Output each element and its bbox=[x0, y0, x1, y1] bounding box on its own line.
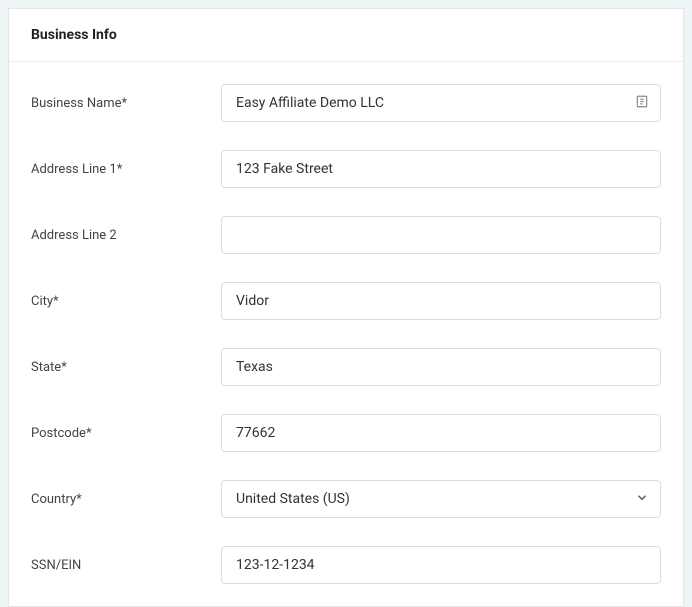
state-input[interactable] bbox=[221, 348, 661, 386]
address1-label: Address Line 1* bbox=[31, 162, 221, 177]
city-label: City* bbox=[31, 294, 221, 309]
postcode-label: Postcode* bbox=[31, 426, 221, 441]
country-label: Country* bbox=[31, 492, 221, 507]
business-name-input[interactable] bbox=[221, 84, 661, 122]
ssn-ein-input[interactable] bbox=[221, 546, 661, 584]
panel-title: Business Info bbox=[31, 27, 661, 43]
business-name-row: Business Name* bbox=[31, 84, 661, 122]
panel-body: Business Name* Address Line 1* Address L… bbox=[9, 62, 683, 606]
country-select-wrap: United States (US) bbox=[221, 480, 661, 518]
address1-input[interactable] bbox=[221, 150, 661, 188]
address1-row: Address Line 1* bbox=[31, 150, 661, 188]
city-input[interactable] bbox=[221, 282, 661, 320]
ssn-ein-row: SSN/EIN bbox=[31, 546, 661, 584]
business-info-panel: Business Info Business Name* Address Lin… bbox=[8, 8, 684, 607]
country-row: Country* United States (US) bbox=[31, 480, 661, 518]
postcode-row: Postcode* bbox=[31, 414, 661, 452]
state-row: State* bbox=[31, 348, 661, 386]
country-select[interactable]: United States (US) bbox=[221, 480, 661, 518]
panel-header: Business Info bbox=[9, 9, 683, 62]
ssn-ein-label: SSN/EIN bbox=[31, 558, 221, 573]
business-name-label: Business Name* bbox=[31, 96, 221, 111]
address2-row: Address Line 2 bbox=[31, 216, 661, 254]
postcode-input[interactable] bbox=[221, 414, 661, 452]
address2-label: Address Line 2 bbox=[31, 228, 221, 243]
state-label: State* bbox=[31, 360, 221, 375]
city-row: City* bbox=[31, 282, 661, 320]
address2-input[interactable] bbox=[221, 216, 661, 254]
